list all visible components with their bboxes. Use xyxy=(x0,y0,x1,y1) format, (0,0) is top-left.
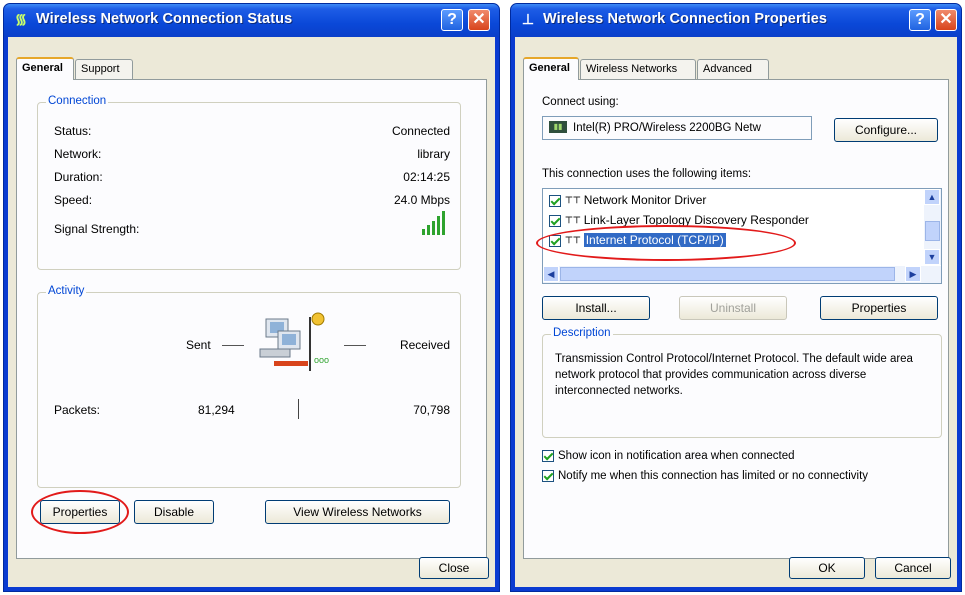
network-component-icon: ⊤⊤ xyxy=(565,195,581,206)
signal-strength-icon xyxy=(422,211,445,235)
list-item[interactable]: ⊤⊤ Link-Layer Topology Discovery Responde… xyxy=(549,213,809,231)
tab-wireless-networks[interactable]: Wireless Networks xyxy=(580,59,696,79)
network-component-icon: ⊤⊤ xyxy=(565,235,581,246)
horizontal-scrollbar[interactable]: ◀ ▶ xyxy=(543,266,941,283)
notify-option[interactable]: Notify me when this connection has limit… xyxy=(542,470,868,486)
activity-group-label: Activity xyxy=(46,285,87,297)
received-label: Received xyxy=(399,338,450,352)
tab-general[interactable]: General xyxy=(16,57,74,80)
speed-value: 24.0 Mbps xyxy=(393,193,450,207)
tab-advanced[interactable]: Advanced xyxy=(697,59,769,79)
item-label: Network Monitor Driver xyxy=(583,193,707,207)
scroll-up-arrow-icon[interactable]: ▲ xyxy=(924,189,940,205)
tab-general-2[interactable]: General xyxy=(523,57,579,80)
description-group-label: Description xyxy=(551,327,613,339)
close-button[interactable]: Close xyxy=(419,557,489,579)
horizontal-scroll-thumb[interactable] xyxy=(560,267,895,281)
connect-using-label: Connect using: xyxy=(542,96,619,108)
notify-label: Notify me when this connection has limit… xyxy=(558,470,869,483)
cancel-button[interactable]: Cancel xyxy=(875,557,951,579)
description-group: Description Transmission Control Protoco… xyxy=(542,327,942,438)
show-icon-checkbox[interactable] xyxy=(542,450,554,462)
scroll-left-arrow-icon[interactable]: ◀ xyxy=(543,266,559,282)
close-window-button[interactable]: ✕ xyxy=(468,9,490,31)
packets-divider xyxy=(298,399,299,419)
notify-checkbox[interactable] xyxy=(542,470,554,482)
connection-group-label: Connection xyxy=(46,95,109,107)
scroll-down-arrow-icon[interactable]: ▼ xyxy=(924,249,940,265)
properties-window-title: Wireless Network Connection Properties xyxy=(543,11,828,27)
sent-label: Sent xyxy=(186,338,211,352)
items-label: This connection uses the following items… xyxy=(542,168,752,180)
connection-group: Connection Status: Connected Network: li… xyxy=(37,95,461,270)
list-item[interactable]: ⊤⊤ Network Monitor Driver xyxy=(549,193,706,211)
properties-general-panel: Connect using: ▮▮ Intel(R) PRO/Wireless … xyxy=(523,79,949,559)
packets-sent-value: 81,294 xyxy=(198,403,235,417)
general-panel: Connection Status: Connected Network: li… xyxy=(16,79,487,559)
packets-received-value: 70,798 xyxy=(413,403,450,417)
show-icon-label: Show icon in notification area when conn… xyxy=(558,450,795,463)
status-window-title: Wireless Network Connection Status xyxy=(36,11,293,27)
properties-window: ⊥ Wireless Network Connection Properties… xyxy=(510,3,962,592)
duration-label: Duration: xyxy=(54,170,103,184)
ok-button[interactable]: OK xyxy=(789,557,865,579)
network-value: library xyxy=(417,147,450,161)
signal-strength-label: Signal Strength: xyxy=(54,222,140,236)
install-button[interactable]: Install... xyxy=(542,296,650,320)
checkbox[interactable] xyxy=(549,214,561,227)
components-list[interactable]: ⊤⊤ Network Monitor Driver ⊤⊤ Link-Layer To… xyxy=(542,188,942,284)
status-window: ᯾ Wireless Network Connection Status ? ✕… xyxy=(3,3,500,592)
duration-value: 02:14:25 xyxy=(403,170,450,184)
checkbox[interactable] xyxy=(549,234,561,247)
tab-support[interactable]: Support xyxy=(75,59,133,79)
description-text: Transmission Control Protocol/Internet P… xyxy=(555,353,913,397)
svg-text:ooo: ooo xyxy=(314,355,329,365)
scroll-right-arrow-icon[interactable]: ▶ xyxy=(905,266,921,282)
network-adapter-icon: ▮▮ xyxy=(549,121,567,133)
list-item-selected[interactable]: ⊤⊤ Internet Protocol (TCP/IP) xyxy=(549,233,726,251)
network-label: Network: xyxy=(54,147,102,161)
adapter-box: ▮▮ Intel(R) PRO/Wireless 2200BG Netw xyxy=(542,116,812,140)
help-button[interactable]: ? xyxy=(441,9,463,31)
sent-line xyxy=(222,345,244,346)
status-window-client: General Support Connection Status: Conne… xyxy=(8,37,495,587)
activity-group: Activity Sent ooo Received Packets: 81,2… xyxy=(37,285,461,488)
properties-window-titlebar[interactable]: ⊥ Wireless Network Connection Properties… xyxy=(511,4,961,37)
disable-button[interactable]: Disable xyxy=(134,500,214,524)
view-wireless-networks-button[interactable]: View Wireless Networks xyxy=(265,500,450,524)
uninstall-button: Uninstall xyxy=(679,296,787,320)
status-label: Status: xyxy=(54,124,92,138)
network-connection-icon: ⊥ xyxy=(521,11,535,27)
received-line xyxy=(344,345,366,346)
help-button-2[interactable]: ? xyxy=(909,9,931,31)
properties-window-client: General Wireless Networks Advanced Conne… xyxy=(515,37,957,587)
checkbox[interactable] xyxy=(549,194,561,207)
status-value: Connected xyxy=(391,124,450,138)
packets-label: Packets: xyxy=(54,403,101,417)
show-icon-option[interactable]: Show icon in notification area when conn… xyxy=(542,450,795,466)
item-label: Internet Protocol (TCP/IP) xyxy=(583,233,726,247)
properties-button[interactable]: Properties xyxy=(40,500,120,524)
status-window-titlebar[interactable]: ᯾ Wireless Network Connection Status ? ✕ xyxy=(4,4,499,37)
item-label: Link-Layer Topology Discovery Responder xyxy=(583,213,809,227)
configure-button[interactable]: Configure... xyxy=(834,118,938,142)
network-component-icon: ⊤⊤ xyxy=(565,215,581,226)
adapter-name: Intel(R) PRO/Wireless 2200BG Netw xyxy=(573,122,761,134)
close-window-button-2[interactable]: ✕ xyxy=(935,9,957,31)
item-properties-button[interactable]: Properties xyxy=(820,296,938,320)
network-computers-icon: ooo xyxy=(259,312,329,371)
vertical-scrollbar[interactable]: ▲ ▼ xyxy=(924,189,941,265)
speed-label: Speed: xyxy=(54,193,93,207)
vertical-scroll-thumb[interactable] xyxy=(925,221,940,241)
wireless-network-icon: ᯾ xyxy=(15,11,27,27)
